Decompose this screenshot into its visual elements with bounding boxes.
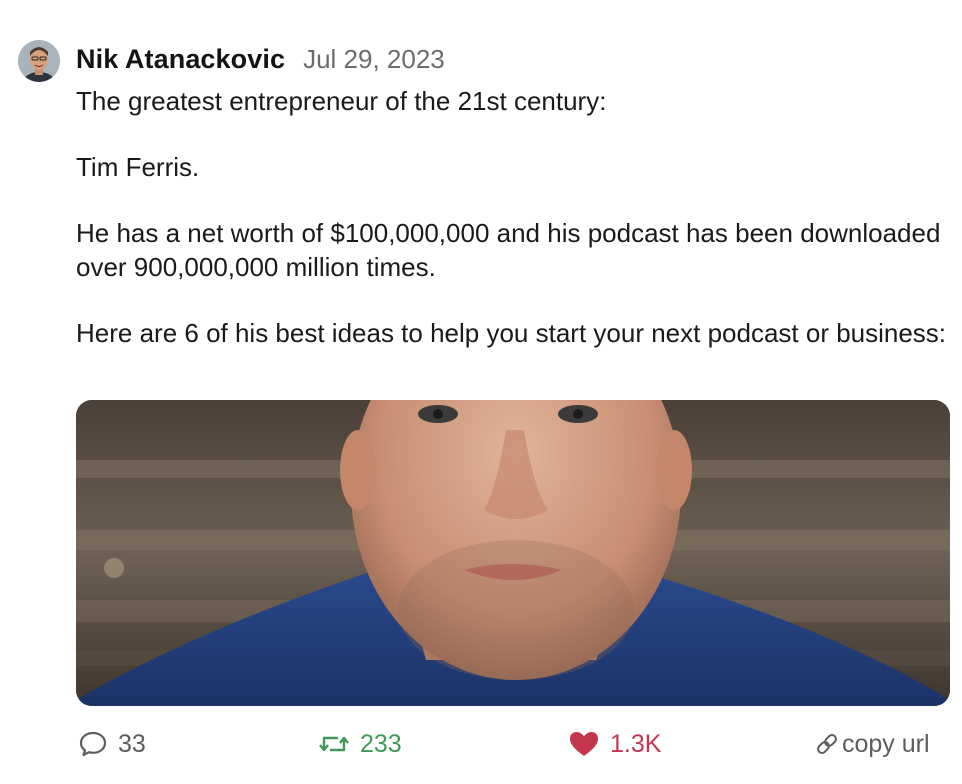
repost-button[interactable]: 233 — [318, 724, 402, 764]
portrait-photo — [76, 400, 950, 706]
post-image[interactable] — [76, 400, 950, 706]
post-header: Nik Atanackovic Jul 29, 2023 — [76, 44, 445, 78]
reply-button[interactable]: 33 — [78, 724, 146, 764]
post-card: Nik Atanackovic Jul 29, 2023 The greates… — [0, 0, 962, 784]
action-bar: 33 233 1.3K copy url — [0, 724, 962, 764]
heart-icon — [568, 729, 600, 759]
post-paragraph: The greatest entrepreneur of the 21st ce… — [76, 86, 607, 116]
repost-count: 233 — [360, 729, 402, 758]
post-date[interactable]: Jul 29, 2023 — [303, 44, 445, 75]
post-paragraph: He has a net worth of $100,000,000 and h… — [76, 218, 941, 282]
post-body: The greatest entrepreneur of the 21st ce… — [76, 84, 956, 350]
author-name[interactable]: Nik Atanackovic — [76, 44, 285, 75]
reply-count: 33 — [118, 729, 146, 758]
post-paragraph: Tim Ferris. — [76, 152, 200, 182]
post-paragraph: Here are 6 of his best ideas to help you… — [76, 318, 947, 348]
like-button[interactable]: 1.3K — [568, 724, 661, 764]
copy-url-label: copy url — [842, 729, 930, 758]
link-icon — [814, 729, 840, 759]
repost-arrows-icon — [318, 729, 350, 759]
like-count: 1.3K — [610, 729, 662, 758]
author-avatar[interactable] — [18, 40, 60, 82]
speech-bubble-icon — [78, 729, 108, 759]
copy-url-button[interactable]: copy url — [814, 724, 930, 764]
avatar-portrait — [18, 40, 60, 82]
